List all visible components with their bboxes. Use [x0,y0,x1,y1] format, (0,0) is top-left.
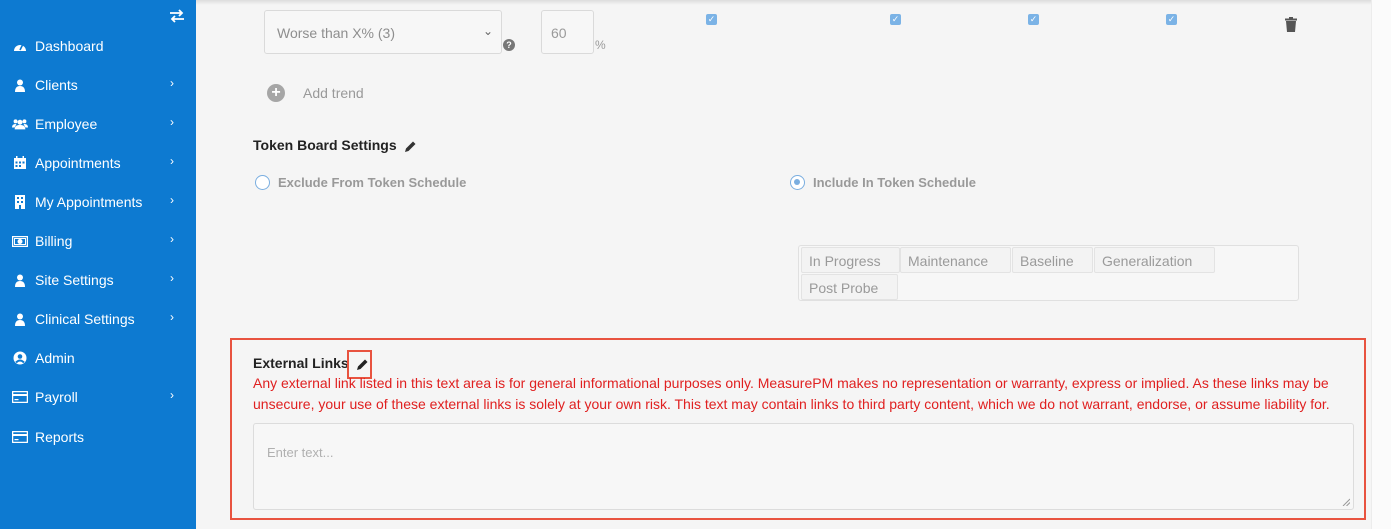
trend-condition-select[interactable]: Worse than X% (3) ⌄ [264,10,502,54]
pencil-icon[interactable] [404,140,417,153]
sidebar-item-label: Payroll [35,389,78,405]
sidebar-item-label: My Appointments [35,194,143,210]
trend-checkbox[interactable]: ✓ [1166,14,1177,25]
user-circle-icon [12,350,28,366]
external-links-textarea[interactable]: Enter text... [253,423,1354,510]
help-icon[interactable]: ? [503,39,515,51]
token-board-settings-title: Token Board Settings [253,137,397,153]
credit-card-icon [12,389,28,405]
sidebar-item-payroll[interactable]: Payroll › [0,379,196,415]
sidebar-item-label: Appointments [35,155,121,171]
sidebar: Dashboard Clients › Employee › Appointme… [0,0,196,529]
trash-icon[interactable] [1285,17,1297,32]
radio-circle-selected[interactable] [790,175,805,190]
plus-circle-icon: + [267,84,285,102]
sidebar-item-label: Site Settings [35,272,114,288]
sidebar-item-dashboard[interactable]: Dashboard [0,28,196,64]
radio-label: Exclude From Token Schedule [278,175,467,190]
trend-checkbox[interactable]: ✓ [1028,14,1039,25]
user-icon [12,311,28,327]
sidebar-item-employee[interactable]: Employee › [0,106,196,142]
radio-label: Include In Token Schedule [813,175,977,190]
sidebar-item-label: Admin [35,350,75,366]
chevron-right-icon: › [170,154,174,168]
user-icon [12,77,28,93]
users-icon [12,116,28,132]
trend-condition-value: Worse than X% (3) [277,25,396,41]
sidebar-item-label: Clinical Settings [35,311,135,327]
chevron-right-icon: › [170,193,174,207]
textarea-placeholder: Enter text... [267,445,334,460]
sidebar-item-label: Clients [35,77,78,93]
percent-sign: % [595,38,606,52]
sidebar-item-clinical-settings[interactable]: Clinical Settings › [0,301,196,337]
dashboard-icon [12,38,28,54]
external-links-title: External Links [253,355,349,371]
credit-card-icon [12,429,28,445]
token-board-settings-heading: Token Board Settings [253,137,417,153]
sidebar-item-clients[interactable]: Clients › [0,67,196,103]
sidebar-item-billing[interactable]: Billing › [0,223,196,259]
radio-exclude-token-schedule[interactable]: Exclude From Token Schedule [255,175,466,190]
sidebar-item-label: Billing [35,233,73,249]
chevron-down-icon: ⌄ [482,24,493,38]
add-trend-label: Add trend [303,85,364,101]
sidebar-item-label: Reports [35,429,85,445]
sidebar-item-label: Dashboard [35,38,104,54]
sidebar-item-site-settings[interactable]: Site Settings › [0,262,196,298]
sidebar-item-label: Employee [35,116,98,132]
tag-maintenance[interactable]: Maintenance [900,247,1011,273]
sidebar-item-appointments[interactable]: Appointments › [0,145,196,181]
sidebar-item-my-appointments[interactable]: My Appointments › [0,184,196,220]
external-links-disclaimer: Any external link listed in this text ar… [253,375,1330,412]
radio-include-token-schedule[interactable]: Include In Token Schedule [790,175,976,190]
chevron-right-icon: › [170,115,174,129]
scrollbar-track[interactable] [1371,0,1391,529]
sidebar-item-reports[interactable]: Reports [0,419,196,455]
sidebar-item-admin[interactable]: Admin [0,340,196,376]
radio-circle[interactable] [255,175,270,190]
chevron-right-icon: › [170,271,174,285]
tag-baseline[interactable]: Baseline [1012,247,1093,273]
add-trend-button[interactable]: + Add trend [267,84,364,102]
chevron-right-icon: › [170,388,174,402]
resize-grip-icon[interactable] [1342,498,1350,506]
trend-checkbox[interactable]: ✓ [890,14,901,25]
building-icon [12,194,28,210]
user-icon [12,272,28,288]
chevron-right-icon: › [170,232,174,246]
money-icon [12,233,28,249]
header-shadow [196,0,1371,5]
tag-post-probe[interactable]: Post Probe [801,274,898,300]
phase-tags-multiselect[interactable]: In Progress Maintenance Baseline General… [798,245,1299,301]
tag-in-progress[interactable]: In Progress [801,247,900,273]
tag-generalization[interactable]: Generalization [1094,247,1215,273]
chevron-right-icon: › [170,310,174,324]
trend-checkbox[interactable]: ✓ [706,14,717,25]
trend-percent-value: 60 [551,25,567,41]
calendar-icon [12,155,28,171]
swap-arrows-icon[interactable] [168,8,186,24]
trend-percent-input[interactable]: 60 [541,10,594,54]
chevron-right-icon: › [170,76,174,90]
